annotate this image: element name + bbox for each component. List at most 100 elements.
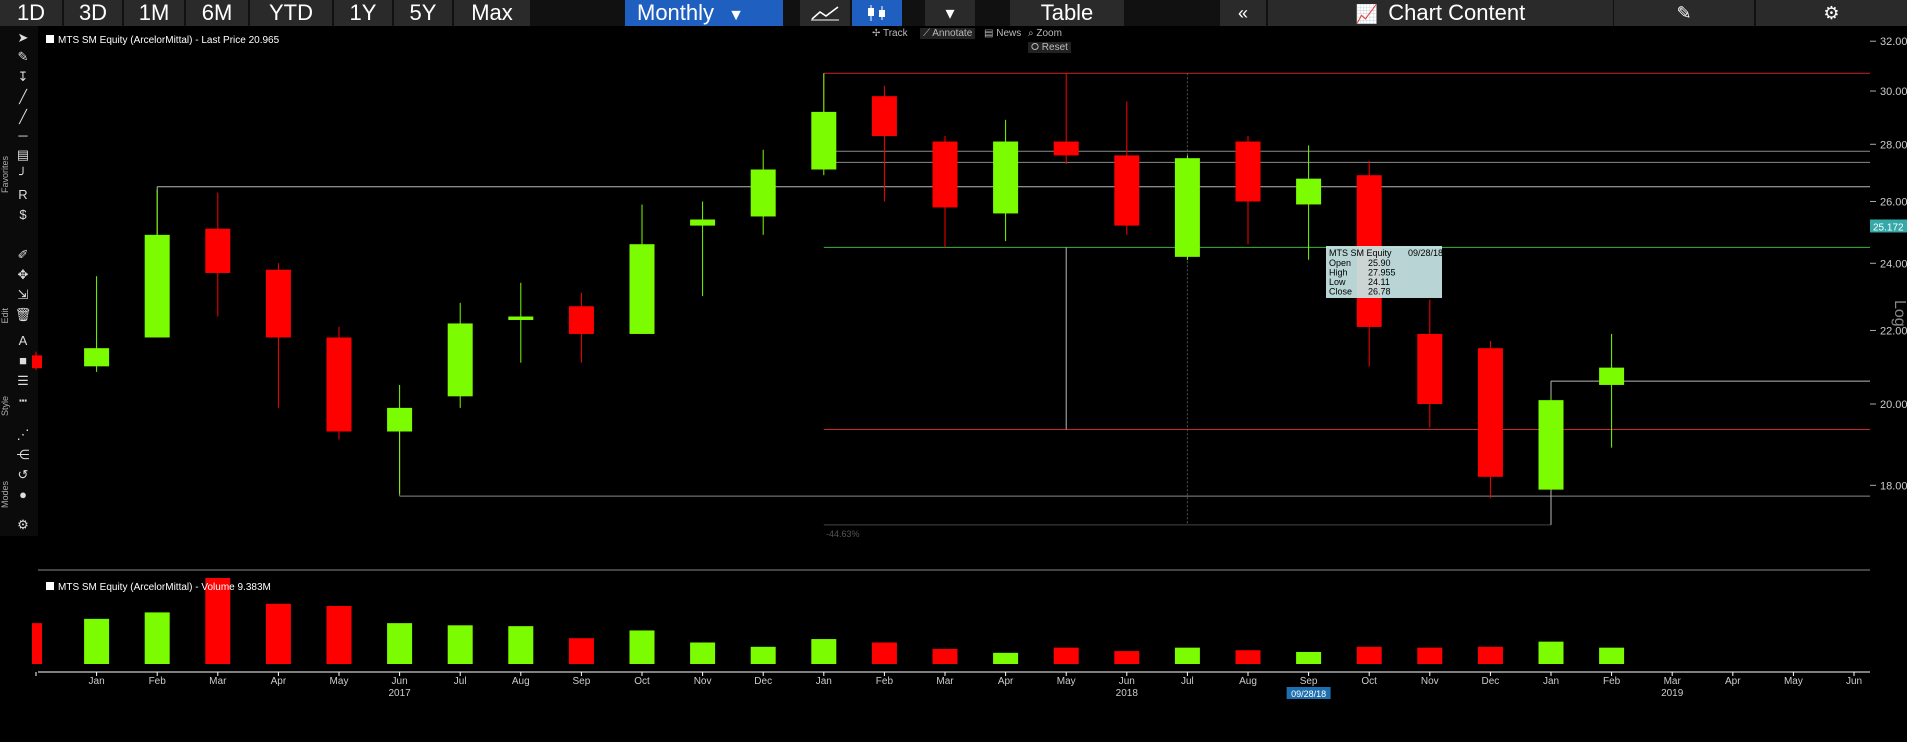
volume-bar[interactable] bbox=[1114, 651, 1140, 664]
volume-legend-swatch bbox=[46, 582, 54, 590]
tooltip-row-value: 27.955 bbox=[1368, 268, 1396, 278]
candle-body[interactable] bbox=[993, 141, 1019, 214]
volume-bar[interactable] bbox=[1296, 651, 1322, 664]
volume-bar[interactable] bbox=[1538, 641, 1564, 664]
tooltip-row-label: High bbox=[1329, 268, 1348, 278]
tooltip-row-value: 24.11 bbox=[1368, 277, 1390, 287]
volume-bar[interactable] bbox=[32, 623, 42, 664]
volume-legend: MTS SM Equity (ArcelorMittal) - Volume 9… bbox=[58, 582, 271, 593]
x-tick-label: Sep bbox=[573, 676, 591, 687]
volume-bar[interactable] bbox=[84, 618, 110, 664]
tooltip-row-label: Open bbox=[1329, 258, 1351, 268]
x-tick-label: Aug bbox=[512, 676, 530, 687]
candle-body[interactable] bbox=[1174, 158, 1200, 257]
volume-bar[interactable] bbox=[1053, 647, 1079, 664]
tooltip-row-label: Low bbox=[1329, 277, 1346, 287]
x-tick-label: May bbox=[1057, 676, 1076, 687]
candle-body[interactable] bbox=[1235, 141, 1261, 202]
volume-bar[interactable] bbox=[993, 652, 1019, 664]
y-tick-label: 24.00 bbox=[1880, 258, 1907, 270]
candle-body[interactable] bbox=[265, 269, 291, 338]
log-scale-label: Log bbox=[1891, 300, 1907, 327]
x-tick-label: Feb bbox=[1603, 676, 1621, 687]
candle-body[interactable] bbox=[1417, 333, 1443, 404]
candle-body[interactable] bbox=[205, 228, 231, 273]
percent-change-label: -44.63% bbox=[826, 529, 860, 539]
volume-bar[interactable] bbox=[1174, 647, 1200, 664]
candle-body[interactable] bbox=[932, 141, 958, 208]
volume-bar[interactable] bbox=[508, 626, 534, 664]
candle-body[interactable] bbox=[811, 111, 837, 170]
volume-bar[interactable] bbox=[1477, 646, 1503, 664]
x-tick-label: Jan bbox=[89, 676, 105, 687]
candle-body[interactable] bbox=[690, 219, 716, 226]
x-tick-label: Apr bbox=[1725, 676, 1741, 687]
x-tick-label: May bbox=[1784, 676, 1803, 687]
candle-body[interactable] bbox=[1053, 141, 1079, 156]
x-tick-label: Apr bbox=[271, 676, 287, 687]
candle-body[interactable] bbox=[1599, 367, 1625, 385]
x-tick-label: Nov bbox=[1421, 676, 1439, 687]
x-tick-label: Feb bbox=[876, 676, 894, 687]
volume-bar[interactable] bbox=[447, 625, 473, 664]
x-tick-label: May bbox=[330, 676, 349, 687]
x-tick-label: Feb bbox=[149, 676, 167, 687]
y-tick-label: 26.00 bbox=[1880, 196, 1907, 208]
volume-bar[interactable] bbox=[387, 623, 413, 664]
volume-bar[interactable] bbox=[1235, 650, 1261, 664]
tooltip-title: MTS SM Equity bbox=[1329, 248, 1392, 258]
volume-bar[interactable] bbox=[871, 642, 897, 665]
volume-bar[interactable] bbox=[265, 603, 291, 664]
volume-bar[interactable] bbox=[629, 630, 655, 664]
x-tick-label: Mar bbox=[209, 676, 227, 687]
candle-body[interactable] bbox=[629, 244, 655, 334]
x-tick-label: Mar bbox=[936, 676, 954, 687]
x-tick-label: Jun bbox=[392, 676, 408, 687]
ohlc-tooltip: MTS SM Equity 09/28/18 Open 25.90 High 27.955… bbox=[1326, 246, 1443, 298]
volume-bar[interactable] bbox=[1417, 647, 1443, 664]
candlestick-chart: 18.00 20.00 22.00 24.00 26.00 28.00 30.00 32.00… bbox=[32, 26, 1907, 699]
candle-body[interactable] bbox=[447, 323, 473, 397]
y-tick-label: 28.00 bbox=[1880, 139, 1907, 151]
x-tick-label: Apr bbox=[998, 676, 1014, 687]
x-tick-label: Jul bbox=[1181, 676, 1194, 687]
tooltip-row-label: Close bbox=[1329, 287, 1352, 297]
x-tick-label: Sep bbox=[1300, 676, 1318, 687]
highlight-date-label: 09/28/18 bbox=[1291, 689, 1326, 699]
volume-bar[interactable] bbox=[932, 648, 958, 664]
candle-body[interactable] bbox=[84, 348, 110, 367]
candle-body[interactable] bbox=[1296, 178, 1322, 205]
price-legend-swatch bbox=[46, 35, 54, 43]
candle-body[interactable] bbox=[144, 234, 170, 338]
candle-body[interactable] bbox=[568, 306, 594, 334]
x-tick-label: Oct bbox=[634, 676, 650, 687]
volume-bar[interactable] bbox=[144, 612, 170, 664]
candle-body[interactable] bbox=[1477, 348, 1503, 477]
volume-bar[interactable] bbox=[811, 639, 837, 664]
candle-body[interactable] bbox=[1114, 155, 1140, 226]
volume-bar[interactable] bbox=[1356, 646, 1382, 664]
x-year-label: 2019 bbox=[1661, 688, 1684, 699]
x-tick-label: Nov bbox=[694, 676, 712, 687]
x-tick-label: Dec bbox=[1482, 676, 1500, 687]
x-tick-label: Jan bbox=[816, 676, 832, 687]
x-tick-label: Jan bbox=[1543, 676, 1559, 687]
x-tick-label: Oct bbox=[1361, 676, 1377, 687]
x-tick-label: Dec bbox=[754, 676, 772, 687]
volume-bar[interactable] bbox=[690, 642, 716, 665]
x-tick-label: Jun bbox=[1846, 676, 1862, 687]
candle-body[interactable] bbox=[1538, 400, 1564, 490]
volume-bar[interactable] bbox=[326, 605, 352, 664]
volume-bar[interactable] bbox=[750, 646, 776, 664]
y-tick-label: 22.00 bbox=[1880, 325, 1907, 337]
x-tick-label: Jul bbox=[454, 676, 467, 687]
candle-body[interactable] bbox=[326, 337, 352, 432]
candle-body[interactable] bbox=[387, 407, 413, 432]
tooltip-date: 09/28/18 bbox=[1408, 248, 1443, 258]
candle-body[interactable] bbox=[871, 96, 897, 137]
candle-body[interactable] bbox=[750, 169, 776, 217]
candle-body[interactable] bbox=[32, 355, 42, 369]
volume-bar[interactable] bbox=[1599, 647, 1625, 664]
candle-body[interactable] bbox=[508, 316, 534, 320]
volume-bar[interactable] bbox=[568, 638, 594, 664]
